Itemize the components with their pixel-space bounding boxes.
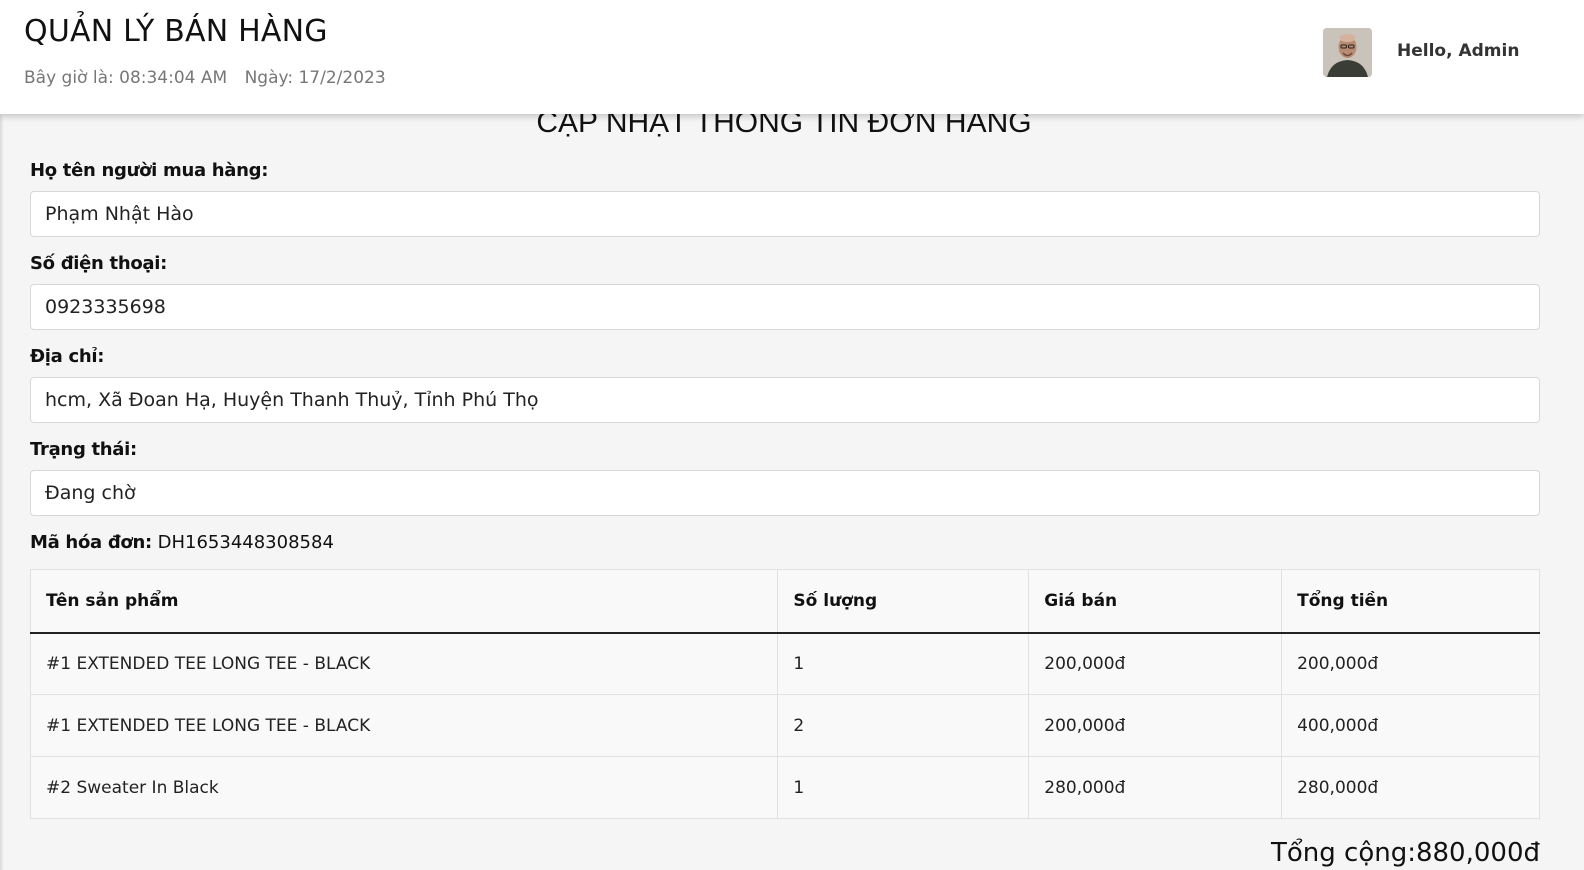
table-row: #2 Sweater In Black 1 280,000đ 280,000đ xyxy=(29,756,1540,819)
column-header-price: Giá bán xyxy=(1028,569,1283,634)
cell-quantity: 2 xyxy=(777,694,1030,757)
buyer-name-label: Họ tên người mua hàng: xyxy=(30,160,269,181)
invoice-code-label: Mã hóa đơn: xyxy=(30,532,152,553)
cell-price: 200,000đ xyxy=(1028,632,1283,695)
cell-product: #1 EXTENDED TEE LONG TEE - BLACK xyxy=(29,632,779,695)
admin-avatar[interactable] xyxy=(1323,28,1372,77)
top-header: QUẢN LÝ BÁN HÀNG Bây giờ là: 08:34:04 AM… xyxy=(0,0,1584,114)
cell-total: 200,000đ xyxy=(1281,632,1540,695)
cell-price: 200,000đ xyxy=(1028,694,1283,757)
table-header-row: Tên sản phẩm Số lượng Giá bán Tổng tiền xyxy=(29,569,1540,634)
order-items-table: Tên sản phẩm Số lượng Giá bán Tổng tiền … xyxy=(29,569,1540,819)
cell-product: #2 Sweater In Black xyxy=(29,756,779,819)
admin-greeting: Hello, Admin xyxy=(1397,41,1520,61)
address-input[interactable] xyxy=(30,377,1540,423)
column-header-product: Tên sản phẩm xyxy=(29,569,779,634)
cell-total: 280,000đ xyxy=(1281,756,1540,819)
cell-quantity: 1 xyxy=(777,632,1030,695)
current-time: Bây giờ là: 08:34:04 AM xyxy=(24,68,228,88)
invoice-code-row: Mã hóa đơn: DH1653448308584 xyxy=(30,532,334,553)
cell-total: 400,000đ xyxy=(1281,694,1540,757)
status-label: Trạng thái: xyxy=(30,439,137,460)
current-date: Ngày: 17/2/2023 xyxy=(244,68,386,88)
phone-label: Số điện thoại: xyxy=(30,253,168,274)
avatar-portrait-icon xyxy=(1323,28,1372,77)
address-label: Địa chỉ: xyxy=(30,346,105,367)
buyer-name-input[interactable] xyxy=(30,191,1540,237)
clock-row: Bây giờ là: 08:34:04 AM Ngày: 17/2/2023 xyxy=(24,68,398,88)
order-total: Tổng cộng:880,000đ xyxy=(1270,838,1540,868)
column-header-quantity: Số lượng xyxy=(777,569,1030,634)
page-title: CẬP NHẬT THÔNG TIN ĐƠN HÀNG xyxy=(536,114,1032,139)
app-title: QUẢN LÝ BÁN HÀNG xyxy=(24,14,328,49)
order-update-form: CẬP NHẬT THÔNG TIN ĐƠN HÀNG Họ tên người… xyxy=(0,114,1584,870)
cell-quantity: 1 xyxy=(777,756,1030,819)
phone-input[interactable] xyxy=(30,284,1540,330)
table-row: #1 EXTENDED TEE LONG TEE - BLACK 1 200,0… xyxy=(29,632,1540,695)
status-input[interactable] xyxy=(30,470,1540,516)
cell-price: 280,000đ xyxy=(1028,756,1283,819)
column-header-total: Tổng tiền xyxy=(1281,569,1540,634)
cell-product: #1 EXTENDED TEE LONG TEE - BLACK xyxy=(29,694,779,757)
table-row: #1 EXTENDED TEE LONG TEE - BLACK 2 200,0… xyxy=(29,694,1540,757)
invoice-code-value: DH1653448308584 xyxy=(157,532,334,553)
